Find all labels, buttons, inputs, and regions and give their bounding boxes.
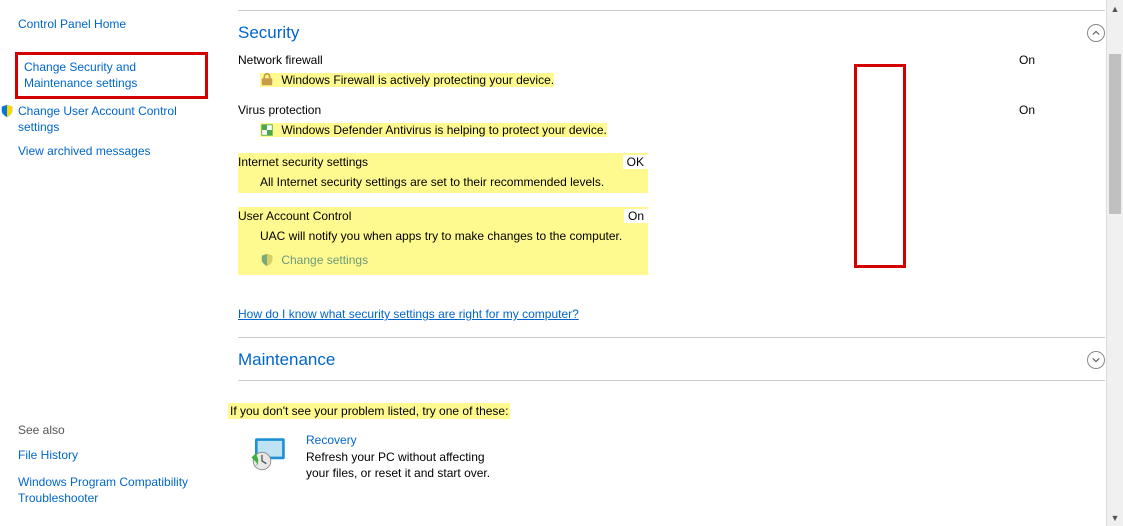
- firewall-icon: [260, 73, 274, 87]
- internet-security-detail: All Internet security settings are set t…: [260, 175, 604, 189]
- see-also-compat-troubleshooter[interactable]: Windows Program Compatibility Troublesho…: [18, 474, 208, 506]
- recovery-icon: [248, 433, 290, 475]
- uac-item: User Account Control On UAC will notify …: [238, 207, 648, 275]
- expand-maintenance-icon[interactable]: [1087, 351, 1105, 369]
- virus-protection-label: Virus protection: [238, 103, 321, 117]
- network-firewall-label: Network firewall: [238, 53, 323, 67]
- security-help-link[interactable]: How do I know what security settings are…: [238, 307, 579, 321]
- see-also-file-history[interactable]: File History: [18, 447, 208, 463]
- recovery-item: Recovery Refresh your PC without affecti…: [238, 433, 1105, 481]
- recovery-desc: Refresh your PC without affecting your f…: [306, 449, 506, 481]
- virus-protection-status: On: [1019, 103, 1105, 117]
- status-highlight-box: [854, 64, 906, 268]
- main-content: Security Network firewall On Windows Fir…: [220, 0, 1123, 526]
- uac-status: On: [624, 209, 648, 223]
- security-title: Security: [238, 23, 299, 43]
- uac-change-settings-link[interactable]: Change settings: [281, 253, 368, 267]
- network-firewall-status: On: [1019, 53, 1105, 67]
- sidebar-link-change-uac[interactable]: Change User Account Control settings: [18, 103, 208, 135]
- internet-security-label: Internet security settings: [238, 155, 368, 169]
- control-panel-home-link[interactable]: Control Panel Home: [18, 16, 208, 32]
- sidebar: Control Panel Home Change Security and M…: [0, 0, 220, 526]
- sidebar-link-archived-messages[interactable]: View archived messages: [18, 143, 208, 159]
- internet-security-status: OK: [623, 155, 648, 169]
- network-firewall-detail: Windows Firewall is actively protecting …: [281, 73, 554, 87]
- maintenance-title: Maintenance: [238, 350, 335, 370]
- scroll-down-arrow-icon[interactable]: ▼: [1107, 509, 1123, 526]
- sidebar-link-change-security[interactable]: Change Security and Maintenance settings: [15, 52, 208, 98]
- scroll-thumb[interactable]: [1109, 54, 1121, 214]
- security-section-header[interactable]: Security: [238, 17, 1105, 53]
- uac-shield-small-icon: [260, 253, 274, 267]
- see-also-heading: See also: [18, 423, 208, 437]
- network-firewall-item: Network firewall On Windows Firewall is …: [238, 53, 1105, 89]
- uac-label: User Account Control: [238, 209, 351, 223]
- maintenance-section-header[interactable]: Maintenance: [238, 344, 1105, 380]
- virus-protection-item: Virus protection On Windows Defender Ant…: [238, 103, 1105, 139]
- recovery-link[interactable]: Recovery: [306, 433, 506, 447]
- internet-security-item: Internet security settings OK All Intern…: [238, 153, 648, 193]
- defender-icon: [260, 123, 274, 137]
- footer-note: If you don't see your problem listed, tr…: [228, 403, 510, 419]
- vertical-scrollbar[interactable]: ▲ ▼: [1106, 0, 1123, 526]
- uac-shield-icon: [0, 104, 14, 118]
- uac-detail: UAC will notify you when apps try to mak…: [260, 229, 622, 243]
- scroll-up-arrow-icon[interactable]: ▲: [1107, 0, 1123, 17]
- virus-protection-detail: Windows Defender Antivirus is helping to…: [281, 123, 607, 137]
- collapse-security-icon[interactable]: [1087, 24, 1105, 42]
